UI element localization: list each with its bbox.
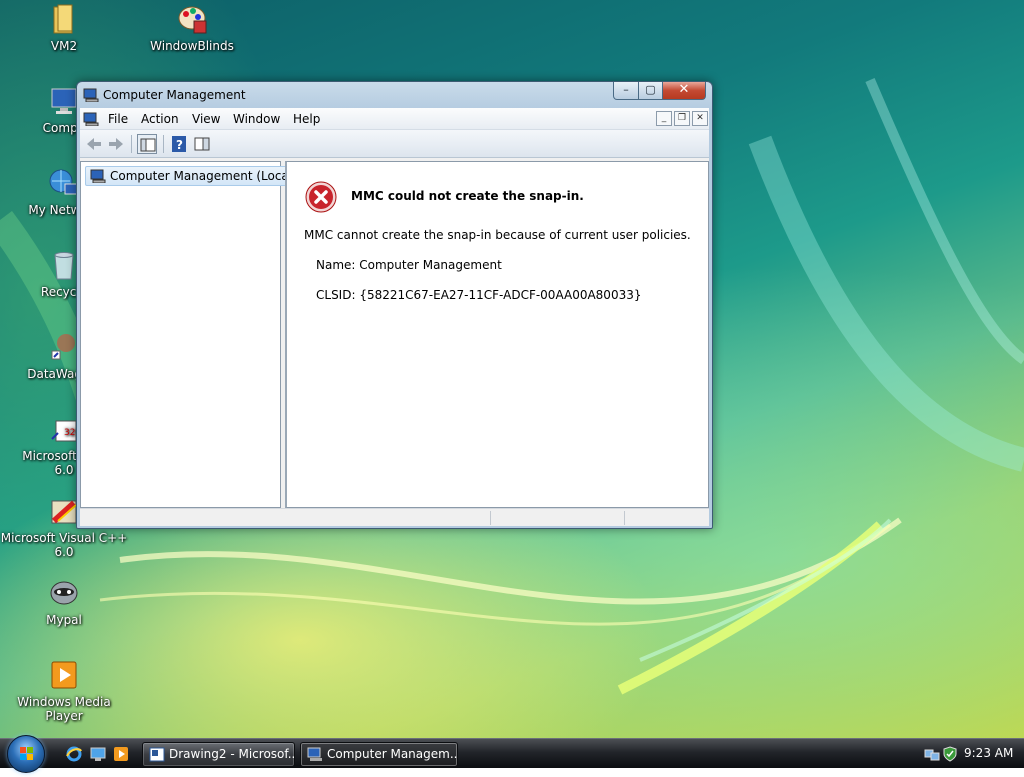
desktop-icon-label-line2: 6.0 (54, 545, 74, 559)
title-bar[interactable]: Computer Management – ▢ ✕ (77, 82, 712, 108)
close-button[interactable]: ✕ (662, 82, 706, 100)
start-button[interactable] (7, 735, 45, 773)
window-client-area: File Action View Window Help _ ❐ ✕ ? Com… (80, 108, 709, 526)
security-shield-icon[interactable] (942, 746, 958, 762)
media-player-icon[interactable] (113, 746, 129, 762)
toolbar-separator (131, 135, 132, 153)
network-tray-icon[interactable] (924, 746, 940, 762)
action-pane-icon[interactable] (192, 134, 212, 154)
desktop-icon-mypal[interactable]: Mypal (0, 577, 129, 627)
windows-logo-icon (20, 747, 33, 760)
taskbar-button-computer-management[interactable]: Computer Managem... (300, 742, 458, 767)
svg-text:32: 32 (64, 428, 75, 438)
tree-node-computer-management-local[interactable]: Computer Management (Local) (85, 166, 302, 186)
error-title: MMC could not create the snap-in. (351, 189, 584, 203)
menu-file[interactable]: File (106, 112, 130, 126)
show-desktop-icon[interactable] (90, 746, 106, 762)
desktop-icon-vm2[interactable]: VM2 (0, 3, 129, 53)
error-clsid: CLSID: {58221C67-EA27-11CF-ADCF-00AA00A8… (316, 288, 642, 302)
desktop-icon-label: Microsoft Visual C++ (0, 531, 128, 545)
back-icon[interactable] (84, 134, 104, 154)
menu-action[interactable]: Action (139, 112, 181, 126)
menu-view[interactable]: View (190, 112, 222, 126)
svg-text:?: ? (176, 138, 183, 152)
computer-management-window[interactable]: Computer Management – ▢ ✕ File Action Vi… (76, 81, 713, 529)
mdi-minimize-button[interactable]: _ (656, 111, 672, 126)
maximize-button[interactable]: ▢ (638, 82, 663, 100)
desktop: VM2 WindowBlinds Compu My Network Recycl… (0, 0, 1024, 738)
menu-bar: File Action View Window Help _ ❐ ✕ (80, 108, 709, 130)
system-clock[interactable]: 9:23 AM (964, 746, 1013, 760)
menu-help[interactable]: Help (291, 112, 322, 126)
computer-management-icon (83, 88, 99, 102)
minimize-button[interactable]: – (613, 82, 639, 100)
taskbar-button-drawing2[interactable]: Drawing2 - Microsof... (142, 742, 295, 767)
console-tree-pane[interactable]: Computer Management (Local) (80, 161, 302, 508)
error-description: MMC cannot create the snap-in because of… (304, 228, 691, 242)
status-bar-separator (624, 511, 625, 525)
desktop-icon-label: WindowBlinds (150, 39, 234, 53)
mmc-document-icon[interactable] (83, 112, 99, 126)
ie-icon[interactable] (66, 746, 82, 762)
forward-icon[interactable] (106, 134, 126, 154)
taskbar-button-label: Computer Managem... (327, 747, 458, 761)
toolbar: ? (80, 130, 709, 158)
mdi-close-button[interactable]: ✕ (692, 111, 708, 126)
error-snapin-name: Name: Computer Management (316, 258, 502, 272)
mypal-icon (48, 577, 80, 609)
menu-window[interactable]: Window (231, 112, 282, 126)
computer-management-icon (90, 169, 106, 183)
desktop-icon-media-player[interactable]: Windows Media Player (0, 659, 129, 723)
computer-management-icon (307, 747, 322, 761)
media-player-icon (48, 659, 80, 691)
taskbar: Drawing2 - Microsof... Computer Managem.… (0, 735, 1024, 773)
taskbar-button-label: Drawing2 - Microsof... (169, 747, 295, 761)
window-title: Computer Management (103, 88, 246, 102)
desktop-icon-label: Windows Media Player (17, 695, 111, 723)
result-pane: MMC could not create the snap-in. MMC ca… (285, 161, 709, 508)
help-icon[interactable]: ? (169, 134, 189, 154)
show-hide-tree-icon[interactable] (137, 134, 157, 154)
mdi-restore-button[interactable]: ❐ (674, 111, 690, 126)
error-icon (305, 181, 337, 213)
desktop-icon-windowblinds[interactable]: WindowBlinds (127, 3, 257, 53)
toolbar-separator (163, 135, 164, 153)
tree-node-label: Computer Management (Local) (110, 169, 297, 183)
visio-icon (149, 747, 165, 762)
folder-icon (48, 3, 80, 35)
palette-icon (176, 3, 208, 35)
status-bar (80, 508, 709, 526)
status-bar-separator (490, 511, 491, 525)
desktop-icon-label: Mypal (46, 613, 82, 627)
desktop-icon-label: VM2 (50, 39, 78, 53)
